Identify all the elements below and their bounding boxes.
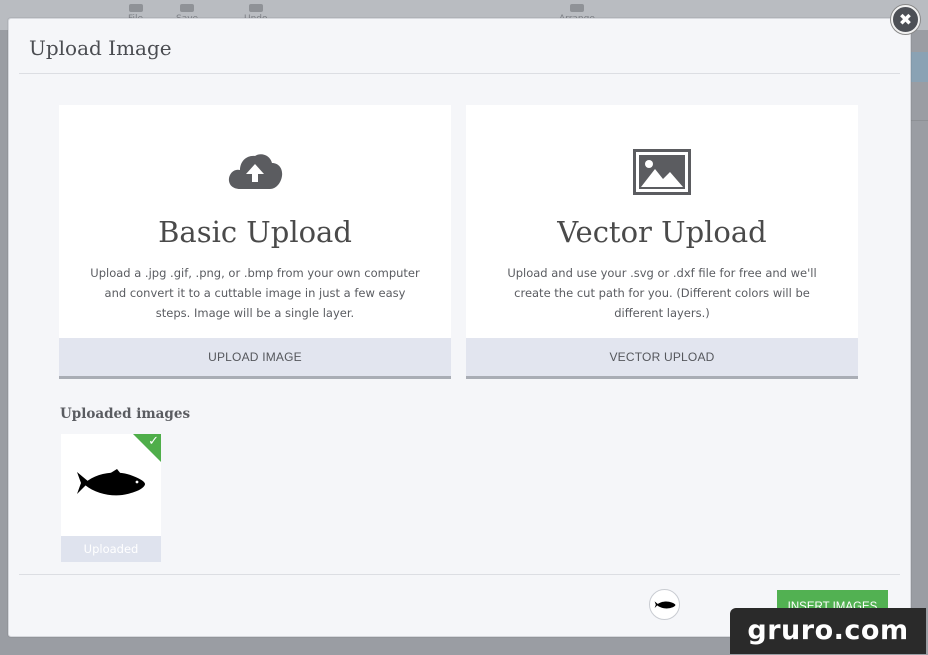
close-icon: ✖ bbox=[898, 10, 913, 29]
background-divider bbox=[908, 120, 928, 121]
vector-upload-description: Upload and use your .svg or .dxf file fo… bbox=[507, 266, 817, 320]
close-dialog-button[interactable]: ✖ bbox=[891, 5, 920, 34]
dialog-title: Upload Image bbox=[29, 36, 172, 60]
basic-upload-title: Basic Upload bbox=[158, 215, 352, 249]
vector-upload-button[interactable]: VECTOR UPLOAD bbox=[466, 338, 858, 379]
footer-divider bbox=[19, 574, 900, 575]
basic-upload-description: Upload a .jpg .gif, .png, or .bmp from y… bbox=[90, 266, 420, 320]
selected-image-preview[interactable] bbox=[649, 589, 680, 620]
background-side-panel bbox=[908, 52, 928, 82]
fish-icon bbox=[654, 600, 675, 608]
basic-upload-card: Basic Upload Upload a .jpg .gif, .png, o… bbox=[59, 105, 451, 379]
cloud-upload-icon bbox=[226, 149, 284, 197]
upload-image-button[interactable]: UPLOAD IMAGE bbox=[59, 338, 451, 379]
uploaded-images-heading: Uploaded images bbox=[60, 406, 191, 422]
title-divider bbox=[19, 73, 900, 74]
upload-status-label: Uploaded bbox=[61, 536, 161, 562]
upload-image-dialog: Upload Image Basic Upload Upload a .jpg … bbox=[8, 18, 911, 637]
fish-icon bbox=[75, 468, 147, 504]
uploaded-image-thumbnail[interactable]: ✓ Uploaded bbox=[61, 434, 161, 562]
image-icon bbox=[633, 149, 691, 199]
checkmark-icon: ✓ bbox=[148, 434, 159, 449]
vector-upload-card: Vector Upload Upload and use your .svg o… bbox=[466, 105, 858, 379]
watermark: gruro.com bbox=[730, 608, 926, 654]
vector-upload-title: Vector Upload bbox=[557, 215, 767, 249]
